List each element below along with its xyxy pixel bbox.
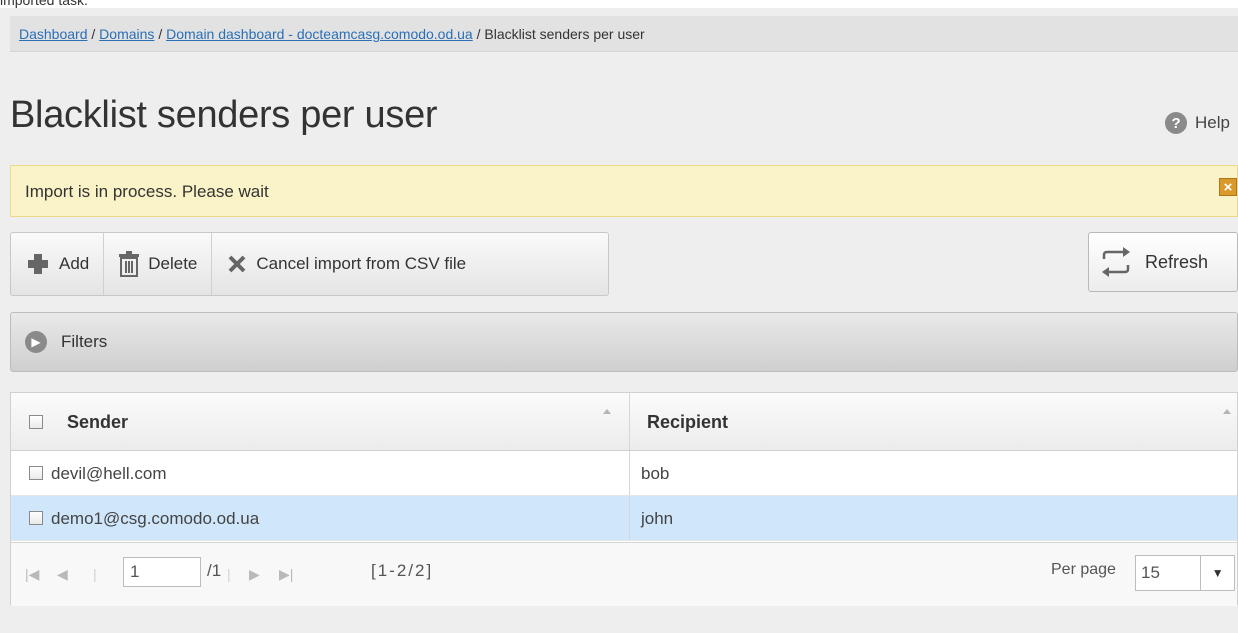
- breadcrumb: Dashboard / Domains / Domain dashboard -…: [10, 16, 1238, 52]
- x-icon: [228, 255, 246, 273]
- next-page-icon[interactable]: ▶: [249, 566, 260, 583]
- pagination-bar: |◀ ◀ | 1 /1 | ▶ ▶| [1-2/2] Per page 15 ▼: [11, 542, 1237, 606]
- row-checkbox[interactable]: [29, 466, 43, 480]
- breadcrumb-separator: /: [91, 26, 100, 42]
- pager-divider: |: [227, 566, 231, 582]
- column-divider: [629, 496, 630, 540]
- select-all-checkbox[interactable]: [29, 415, 43, 429]
- help-icon: ?: [1165, 112, 1188, 134]
- refresh-button[interactable]: Refresh: [1088, 232, 1238, 292]
- sender-cell: demo1@csg.comodo.od.ua: [51, 509, 260, 528]
- column-divider: [629, 393, 630, 450]
- chevron-right-icon: ▶: [25, 331, 47, 353]
- trash-icon: [119, 251, 140, 277]
- page-title: Blacklist senders per user: [10, 94, 438, 136]
- breadcrumb-current: Blacklist senders per user: [484, 26, 645, 42]
- row-checkbox[interactable]: [29, 511, 43, 525]
- add-button[interactable]: Add: [11, 233, 105, 295]
- delete-label: Delete: [148, 254, 198, 273]
- breadcrumb-dashboard-link[interactable]: Dashboard: [19, 26, 88, 42]
- add-label: Add: [59, 254, 90, 273]
- table-row[interactable]: devil@hell.com bob: [11, 451, 1237, 496]
- plus-icon: [28, 254, 48, 274]
- refresh-label: Refresh: [1145, 251, 1209, 272]
- recipient-cell: bob: [641, 464, 670, 483]
- close-icon[interactable]: ×: [1219, 178, 1237, 196]
- column-header-recipient[interactable]: Recipient: [647, 393, 728, 451]
- sort-up-icon[interactable]: [1223, 409, 1231, 414]
- pager-divider: |: [93, 566, 97, 582]
- per-page-value: 15: [1141, 563, 1160, 582]
- caption-text: imported task.: [0, 0, 88, 8]
- senders-table: Sender Recipient devil@hell.com bob demo…: [10, 392, 1238, 606]
- per-page-select[interactable]: 15 ▼: [1135, 555, 1235, 591]
- sort-up-icon[interactable]: [603, 409, 611, 414]
- refresh-icon: [1102, 247, 1130, 277]
- delete-button[interactable]: Delete: [104, 233, 213, 295]
- breadcrumb-domain-dashboard-link[interactable]: Domain dashboard - docteamcasg.comodo.od…: [166, 26, 473, 42]
- page-container: Dashboard / Domains / Domain dashboard -…: [0, 8, 1238, 633]
- cancel-import-button[interactable]: Cancel import from CSV file: [212, 233, 480, 295]
- filters-panel-toggle[interactable]: ▶ Filters: [10, 312, 1238, 372]
- chevron-down-icon: ▼: [1200, 556, 1234, 590]
- column-divider: [629, 451, 630, 495]
- table-header: Sender Recipient: [11, 393, 1237, 451]
- last-page-icon[interactable]: ▶|: [279, 566, 293, 583]
- recipient-cell: john: [641, 509, 674, 528]
- help-label: Help: [1195, 113, 1230, 132]
- import-status-alert: Import is in process. Please wait ×: [10, 165, 1238, 217]
- cancel-import-label: Cancel import from CSV file: [256, 254, 467, 273]
- alert-message: Import is in process. Please wait: [25, 182, 269, 201]
- sender-cell: devil@hell.com: [51, 464, 167, 483]
- first-page-icon[interactable]: |◀: [25, 566, 39, 583]
- previous-page-icon[interactable]: ◀: [57, 566, 68, 583]
- breadcrumb-domains-link[interactable]: Domains: [99, 26, 154, 42]
- breadcrumb-separator: /: [158, 26, 167, 42]
- filters-label: Filters: [61, 332, 108, 351]
- total-pages: /1: [207, 561, 222, 580]
- per-page-label: Per page: [1051, 561, 1116, 578]
- table-row[interactable]: demo1@csg.comodo.od.ua john: [11, 496, 1237, 541]
- record-range: [1-2/2]: [371, 561, 434, 580]
- column-header-sender[interactable]: Sender: [67, 393, 128, 451]
- action-toolbar: Add Delete Cancel import from CSV file: [10, 232, 609, 296]
- page-number-input[interactable]: 1: [123, 557, 201, 587]
- help-button[interactable]: ? Help: [1165, 112, 1230, 134]
